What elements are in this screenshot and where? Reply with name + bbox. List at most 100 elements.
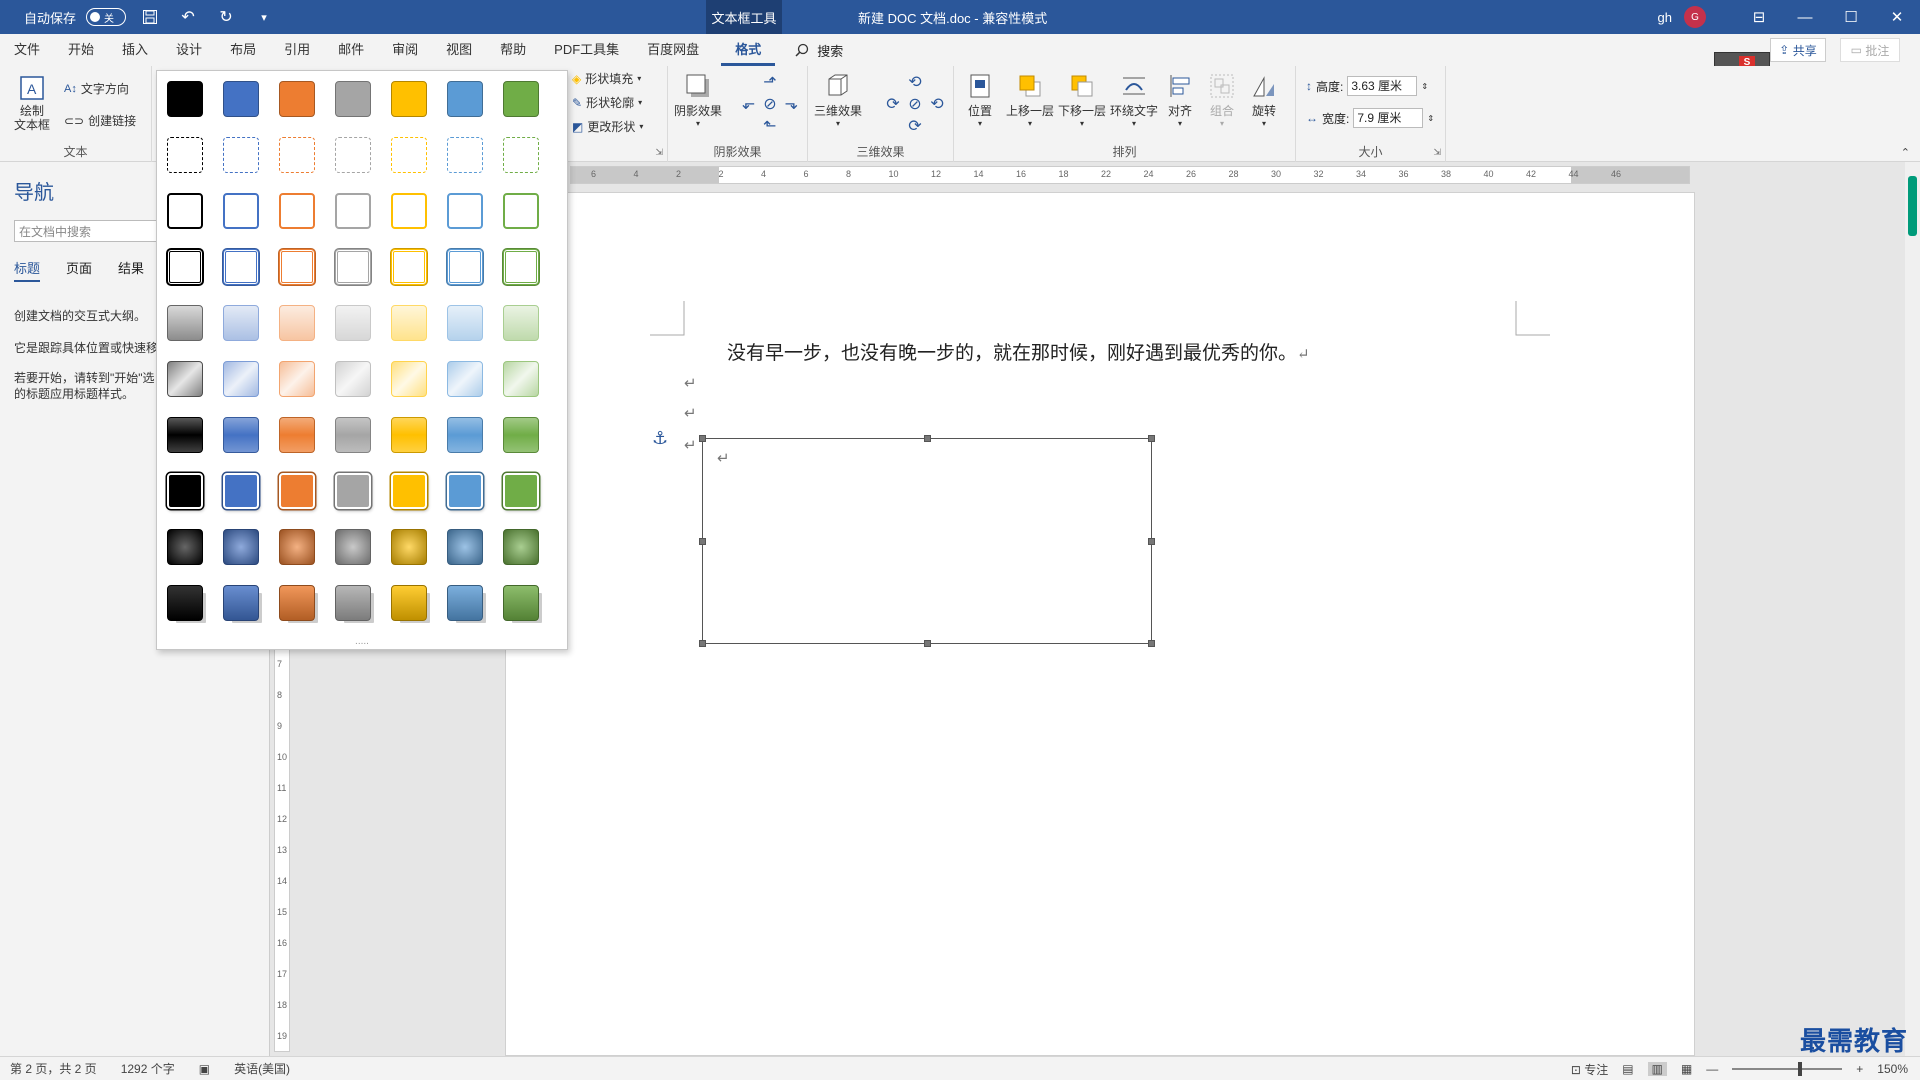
tab-view[interactable]: 视图 (432, 34, 486, 66)
tab-format[interactable]: 格式 (721, 34, 776, 66)
shape-style-swatch[interactable] (167, 81, 203, 117)
shape-style-swatch[interactable] (503, 249, 539, 285)
send-backward-button[interactable]: 下移一层 ▾ (1058, 72, 1106, 128)
selected-textbox[interactable]: ↵ (699, 435, 1155, 647)
tab-pdf-tools[interactable]: PDF工具集 (540, 34, 633, 66)
shape-style-swatch[interactable] (167, 305, 203, 341)
resize-handle-ml[interactable] (699, 538, 706, 545)
zoom-slider[interactable] (1732, 1062, 1843, 1076)
shadow-effect-button[interactable]: 阴影效果 ▾ (674, 72, 722, 128)
tab-design[interactable]: 设计 (162, 34, 216, 66)
tab-baidu-netdisk[interactable]: 百度网盘 (633, 34, 713, 66)
shape-style-swatch[interactable] (223, 585, 259, 621)
zoom-in-button[interactable]: + (1856, 1062, 1863, 1076)
read-mode-icon[interactable]: ▤ (1622, 1062, 1633, 1076)
nudge-shadow-icons[interactable]: ⬏ ⬐ ⊘ ⬎ ⬑ (738, 72, 802, 138)
shape-style-swatch[interactable] (503, 137, 539, 173)
tab-home[interactable]: 开始 (54, 34, 108, 66)
shape-style-swatch[interactable] (391, 585, 427, 621)
minimize-button[interactable]: — (1782, 0, 1828, 34)
nav-tab-pages[interactable]: 页面 (66, 258, 92, 282)
user-name[interactable]: gh (1658, 10, 1672, 25)
3d-effect-button[interactable]: 三维效果 ▾ (814, 72, 862, 128)
shape-style-swatch[interactable] (503, 81, 539, 117)
ribbon-display-icon[interactable]: ⊟ (1736, 0, 1782, 34)
height-spinner-icon[interactable]: ⇕ (1421, 82, 1428, 91)
shape-style-swatch[interactable] (503, 529, 539, 565)
tab-mailings[interactable]: 邮件 (324, 34, 378, 66)
shape-style-swatch[interactable] (167, 193, 203, 229)
scrollbar-thumb[interactable] (1908, 176, 1917, 236)
page-count[interactable]: 第 2 页，共 2 页 (10, 1060, 97, 1077)
print-layout-icon[interactable]: ▥ (1647, 1062, 1667, 1076)
zoom-slider-thumb[interactable] (1798, 1062, 1803, 1076)
shape-style-swatch[interactable] (223, 305, 259, 341)
horizontal-ruler[interactable]: 6 4 2 2 4 6 8 10 12 14 16 18 22 24 26 28 30 32 34 36 38 40 42 4… (570, 166, 1690, 184)
shape-style-swatch[interactable] (503, 585, 539, 621)
bring-forward-button[interactable]: 上移一层 ▾ (1006, 72, 1054, 128)
redo-icon[interactable]: ↻ (212, 3, 240, 31)
shape-style-swatch[interactable] (503, 193, 539, 229)
shape-style-swatch[interactable] (447, 305, 483, 341)
tab-references[interactable]: 引用 (270, 34, 324, 66)
change-shape-button[interactable]: ◩ 更改形状 ▾ (572, 118, 643, 135)
tab-file[interactable]: 文件 (0, 34, 54, 66)
tab-review[interactable]: 审阅 (378, 34, 432, 66)
shape-style-swatch[interactable] (391, 305, 427, 341)
zoom-level[interactable]: 150% (1877, 1062, 1908, 1076)
tell-me-search[interactable]: 搜索 (775, 41, 843, 60)
shape-style-swatch[interactable] (167, 473, 203, 509)
tab-help[interactable]: 帮助 (486, 34, 540, 66)
vertical-ruler[interactable]: 7 8 9 10 11 12 13 14 15 16 17 18 19 (274, 640, 290, 1052)
shape-style-swatch[interactable] (503, 473, 539, 509)
shape-style-swatch[interactable] (223, 473, 259, 509)
shape-style-swatch[interactable] (503, 305, 539, 341)
shape-style-swatch[interactable] (447, 249, 483, 285)
shape-style-swatch[interactable] (279, 249, 315, 285)
shape-style-swatch[interactable] (167, 137, 203, 173)
shape-style-swatch[interactable] (335, 305, 371, 341)
shape-style-swatch[interactable] (335, 361, 371, 397)
position-button[interactable]: 位置 ▾ (966, 72, 994, 128)
shape-style-swatch[interactable] (279, 529, 315, 565)
word-count[interactable]: 1292 个字 (121, 1060, 175, 1077)
shape-style-swatch[interactable] (279, 585, 315, 621)
shape-style-swatch[interactable] (279, 137, 315, 173)
resize-handle-bm[interactable] (924, 640, 931, 647)
tab-insert[interactable]: 插入 (108, 34, 162, 66)
tilt-3d-icons[interactable]: ⟲ ⟳ ⊘ ⟲ ⟳ (882, 72, 948, 138)
share-button[interactable]: ⇪ 共享 (1770, 38, 1826, 62)
undo-icon[interactable]: ↶ (174, 3, 202, 31)
shape-style-swatch[interactable] (279, 361, 315, 397)
resize-handle-tr[interactable] (1148, 435, 1155, 442)
vertical-scrollbar[interactable] (1905, 162, 1920, 1056)
shape-style-swatch[interactable] (223, 249, 259, 285)
nav-tab-results[interactable]: 结果 (118, 258, 144, 282)
wrap-text-button[interactable]: 环绕文字 ▾ (1110, 72, 1158, 128)
tab-layout[interactable]: 布局 (216, 34, 270, 66)
comment-button[interactable]: ▭ 批注 (1840, 38, 1900, 62)
shape-style-swatch[interactable] (167, 249, 203, 285)
height-input[interactable]: 3.63 厘米 (1347, 76, 1418, 96)
shape-style-swatch[interactable] (279, 305, 315, 341)
shape-style-swatch[interactable] (335, 529, 371, 565)
shape-style-swatch[interactable] (279, 417, 315, 453)
shape-style-swatch[interactable] (223, 361, 259, 397)
shape-style-swatch[interactable] (391, 417, 427, 453)
shape-style-swatch[interactable] (167, 417, 203, 453)
collapse-ribbon-icon[interactable]: ⌃ (1901, 146, 1910, 159)
shape-style-swatch[interactable] (223, 137, 259, 173)
shape-style-swatch[interactable] (335, 473, 371, 509)
shape-style-swatch[interactable] (335, 81, 371, 117)
shape-style-swatch[interactable] (391, 81, 427, 117)
shape-style-swatch[interactable] (335, 137, 371, 173)
autosave-toggle[interactable]: 关 (86, 8, 127, 26)
shape-style-swatch[interactable] (447, 473, 483, 509)
shape-outline-button[interactable]: ✎ 形状轮廓 ▾ (572, 94, 642, 111)
shape-style-swatch[interactable] (391, 529, 427, 565)
shape-style-swatch[interactable] (279, 81, 315, 117)
resize-handle-tl[interactable] (699, 435, 706, 442)
shape-style-swatch[interactable] (447, 585, 483, 621)
shape-style-swatch[interactable] (447, 81, 483, 117)
shape-style-swatch[interactable] (391, 249, 427, 285)
